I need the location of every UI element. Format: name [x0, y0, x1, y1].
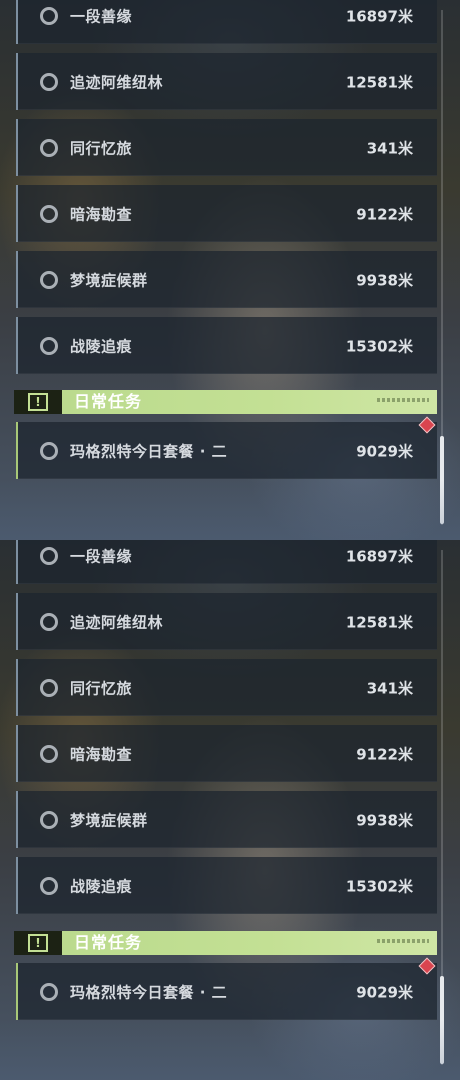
task-name: 梦境症候群 [70, 271, 148, 289]
task-item[interactable]: 一段善缘 16897米 [16, 0, 437, 44]
task-name: 追迹阿维纽林 [70, 73, 164, 91]
task-list-panel: 一段善缘 16897米 追迹阿维纽林 12581米 同行忆旅 341米 暗海勘查… [0, 0, 460, 540]
circle-radio-icon [40, 138, 58, 157]
section-badge: ! [14, 390, 62, 414]
daily-task-item[interactable]: 玛格烈特今日套餐 · 二 9029米 [16, 963, 437, 1020]
circle-radio-icon [40, 982, 58, 1001]
circle-radio-icon [40, 876, 58, 895]
task-distance: 9938米 [356, 271, 413, 289]
task-name: 战陵追痕 [70, 337, 133, 355]
task-distance: 15302米 [345, 337, 413, 355]
circle-radio-icon [40, 6, 58, 25]
task-name: 梦境症候群 [70, 811, 148, 829]
task-name: 一段善缘 [70, 547, 133, 565]
task-item[interactable]: 追迹阿维纽林 12581米 [16, 593, 437, 650]
decorative-stripes [377, 398, 429, 402]
task-name: 同行忆旅 [70, 679, 133, 697]
scrollbar-thumb[interactable] [440, 436, 444, 524]
task-name: 追迹阿维纽林 [70, 613, 164, 631]
task-item[interactable]: 一段善缘 16897米 [16, 540, 437, 584]
task-item[interactable]: 暗海勘查 9122米 [16, 725, 437, 782]
daily-section-header[interactable]: ! 日常任务 [14, 390, 437, 414]
task-distance: 9029米 [356, 442, 413, 460]
circle-radio-icon [40, 270, 58, 289]
task-distance: 16897米 [345, 547, 413, 565]
task-distance: 12581米 [345, 73, 413, 91]
task-item[interactable]: 同行忆旅 341米 [16, 659, 437, 716]
task-name: 玛格烈特今日套餐 · 二 [70, 442, 228, 460]
circle-radio-icon [40, 810, 58, 829]
exclamation-icon: ! [28, 934, 48, 952]
circle-radio-icon [40, 678, 58, 697]
task-list-panel: 一段善缘 16897米 追迹阿维纽林 12581米 同行忆旅 341米 暗海勘查… [0, 540, 460, 1080]
task-distance: 341米 [366, 679, 413, 697]
task-distance: 9122米 [356, 205, 413, 223]
task-item[interactable]: 追迹阿维纽林 12581米 [16, 53, 437, 110]
task-item[interactable]: 暗海勘查 9122米 [16, 185, 437, 242]
circle-radio-icon [40, 441, 58, 460]
task-item[interactable]: 战陵追痕 15302米 [16, 857, 437, 914]
circle-radio-icon [40, 744, 58, 763]
section-title: 日常任务 [74, 933, 143, 952]
task-name: 同行忆旅 [70, 139, 133, 157]
task-item[interactable]: 梦境症候群 9938米 [16, 791, 437, 848]
circle-radio-icon [40, 72, 58, 91]
task-distance: 9122米 [356, 745, 413, 763]
task-distance: 9938米 [356, 811, 413, 829]
circle-radio-icon [40, 546, 58, 565]
task-name: 一段善缘 [70, 7, 133, 25]
task-name: 暗海勘查 [70, 745, 133, 763]
exclamation-icon: ! [28, 393, 48, 411]
task-distance: 341米 [366, 139, 413, 157]
daily-section-header[interactable]: ! 日常任务 [14, 931, 437, 955]
task-name: 战陵追痕 [70, 877, 133, 895]
task-item[interactable]: 同行忆旅 341米 [16, 119, 437, 176]
scrollbar-thumb[interactable] [440, 976, 444, 1064]
circle-radio-icon [40, 612, 58, 631]
circle-radio-icon [40, 204, 58, 223]
decorative-stripes [377, 939, 429, 943]
task-item[interactable]: 战陵追痕 15302米 [16, 317, 437, 374]
task-distance: 16897米 [345, 7, 413, 25]
daily-task-item[interactable]: 玛格烈特今日套餐 · 二 9029米 [16, 422, 437, 479]
task-distance: 15302米 [345, 877, 413, 895]
section-badge: ! [14, 931, 62, 955]
task-item[interactable]: 梦境症候群 9938米 [16, 251, 437, 308]
circle-radio-icon [40, 336, 58, 355]
task-name: 暗海勘查 [70, 205, 133, 223]
task-distance: 12581米 [345, 613, 413, 631]
task-name: 玛格烈特今日套餐 · 二 [70, 983, 228, 1001]
task-distance: 9029米 [356, 983, 413, 1001]
section-title: 日常任务 [74, 392, 143, 411]
